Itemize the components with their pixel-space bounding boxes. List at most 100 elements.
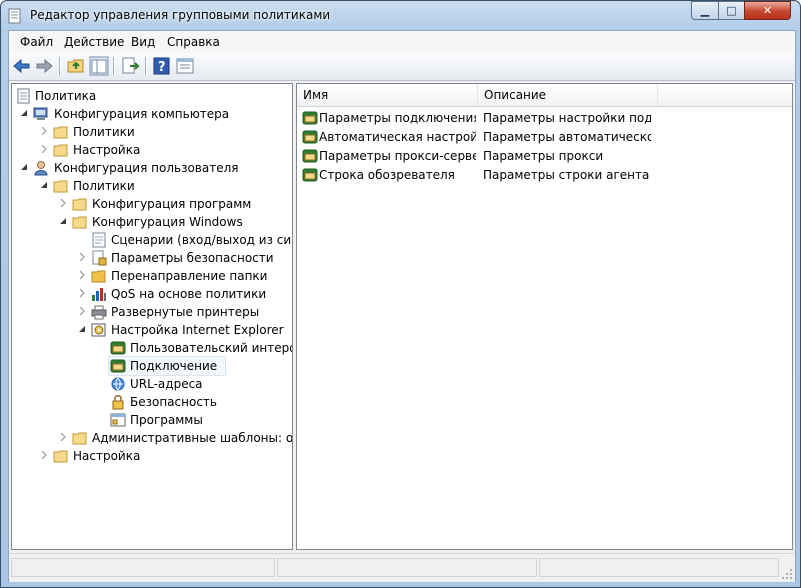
maximize-button[interactable]: □ [718,1,745,20]
tree-item-label: Безопасность [130,395,217,409]
column-header-name[interactable]: Имя [297,84,478,106]
expand-arrow-icon[interactable] [40,127,48,135]
collapse-arrow-icon[interactable] [20,109,28,117]
forward-icon[interactable] [34,56,54,76]
tree-item-label: Программы [130,413,203,427]
tree-item-label: Настройка [73,449,141,463]
security-settings-icon [92,250,107,266]
expand-arrow-icon[interactable] [78,289,86,297]
tree-item-ie-programs[interactable]: Программы [12,411,292,429]
tree-item-label: Параметры безопасности [111,251,274,265]
tree-item-security[interactable]: Параметры безопасности [12,249,292,267]
expand-arrow-icon[interactable] [78,307,86,315]
status-cell [277,558,537,577]
tree-item-label: URL-адреса [130,377,203,391]
list-item[interactable]: Параметры прокси-сервера Параметры прокс… [297,147,792,166]
resize-grip-icon[interactable] [781,568,793,580]
computer-icon [33,107,48,120]
client-area: Файл Действие Вид Справка ? Политика Кон… [8,30,796,582]
collapse-arrow-icon[interactable] [78,325,86,333]
toolbar-separator [145,57,147,75]
properties-icon[interactable] [175,56,195,76]
menu-help[interactable]: Справка [167,35,220,49]
list-item-description: Параметры автоматической... [483,130,651,144]
tree-item-folder-redirection[interactable]: Перенаправление папки [12,267,292,285]
status-cell [11,558,275,577]
list-item-description: Параметры настройки подк... [483,111,651,125]
title-bar[interactable]: Редактор управления групповыми политикам… [1,1,800,30]
maximize-icon: □ [726,4,737,17]
collapse-arrow-icon[interactable] [20,163,28,171]
tree-item-user-settings[interactable]: Настройка [12,447,292,465]
expand-arrow-icon[interactable] [59,433,67,441]
app-window: Редактор управления групповыми политикам… [0,0,801,588]
collapse-arrow-icon[interactable] [40,181,48,189]
expand-arrow-icon[interactable] [78,271,86,279]
list-item-name: Строка обозревателя [319,168,455,182]
ie-settings-icon [91,323,106,337]
close-icon: ✕ [762,4,773,17]
tree-pane[interactable]: Политика Конфигурация компьютера Политик… [11,83,293,550]
folder-icon [53,180,68,193]
list-item-name: Параметры прокси-сервера [319,149,476,163]
list-item[interactable]: Параметры подключения Параметры настройк… [297,109,792,128]
status-bar [9,553,795,582]
tree-item-label: Подключение [130,359,218,373]
tree-item-windows-config[interactable]: Конфигурация Windows [12,213,292,231]
tree-item-ie-maintenance[interactable]: Настройка Internet Explorer [12,321,292,339]
lock-icon [112,395,124,410]
column-header-label: Описание [484,88,547,102]
tree-item-ie-security[interactable]: Безопасность [12,393,292,411]
tree-item-software-config[interactable]: Конфигурация программ [12,195,292,213]
collapse-arrow-icon[interactable] [59,217,67,225]
list-item-description: Параметры прокси [483,149,604,163]
list-item[interactable]: Строка обозревателя Параметры строки аге… [297,166,792,185]
expand-arrow-icon[interactable] [59,199,67,207]
tree-item-label: Перенаправление папки [111,269,268,283]
menu-file[interactable]: Файл [20,35,53,49]
tree-item-label: Конфигурация Windows [92,215,243,229]
tree-item-computer-config[interactable]: Конфигурация компьютера [12,105,292,123]
tree-item-qos[interactable]: QoS на основе политики [12,285,292,303]
tree-item-computer-policies[interactable]: Политики [12,123,292,141]
export-list-icon[interactable] [120,56,140,76]
column-header-label: Имя [303,88,329,102]
status-cell [539,558,779,577]
ie-policy-icon [302,111,318,125]
tree-item-admin-templates[interactable]: Административные шаблоны: опре [12,429,292,447]
expand-arrow-icon[interactable] [40,145,48,153]
details-pane[interactable]: Имя Описание Параметры подключения Парам… [296,83,793,550]
programs-icon [110,413,126,427]
tree-item-label: Конфигурация пользователя [54,161,239,175]
menu-action[interactable]: Действие [64,35,124,49]
expand-arrow-icon[interactable] [78,253,86,261]
tree-item-root[interactable]: Политика [12,87,292,105]
show-hide-tree-icon[interactable] [89,56,109,76]
up-folder-icon[interactable] [66,56,86,76]
ie-policy-icon [302,130,318,144]
close-button[interactable]: ✕ [744,1,791,20]
tree-item-scripts[interactable]: Сценарии (вход/выход из систем [12,231,292,249]
tree-item-computer-settings[interactable]: Настройка [12,141,292,159]
tree-item-user-config[interactable]: Конфигурация пользователя [12,159,292,177]
tree-item-ie-urls[interactable]: URL-адреса [12,375,292,393]
minimize-button[interactable]: ▁ [691,1,719,20]
column-header-description[interactable]: Описание [478,84,658,106]
printer-icon [91,305,107,320]
back-icon[interactable] [12,56,32,76]
tree-item-label: Административные шаблоны: опре [92,431,293,445]
tree-item-label: Пользовательский интерфей [130,341,292,355]
url-icon [111,377,125,391]
tree-item-ie-ui[interactable]: Пользовательский интерфей [12,339,292,357]
menu-view[interactable]: Вид [131,35,155,49]
help-icon[interactable]: ? [152,56,172,76]
list-item[interactable]: Автоматическая настройк... Параметры авт… [297,128,792,147]
expand-arrow-icon[interactable] [40,451,48,459]
tree-item-user-policies[interactable]: Политики [12,177,292,195]
tree-item-printers[interactable]: Развернутые принтеры [12,303,292,321]
tree-item-ie-connection[interactable]: Подключение [108,356,226,376]
list-item-name: Автоматическая настройк... [319,130,476,144]
folder-icon [53,450,68,463]
tree-item-label: Политика [35,89,97,103]
tree-item-label: Политики [73,125,135,139]
